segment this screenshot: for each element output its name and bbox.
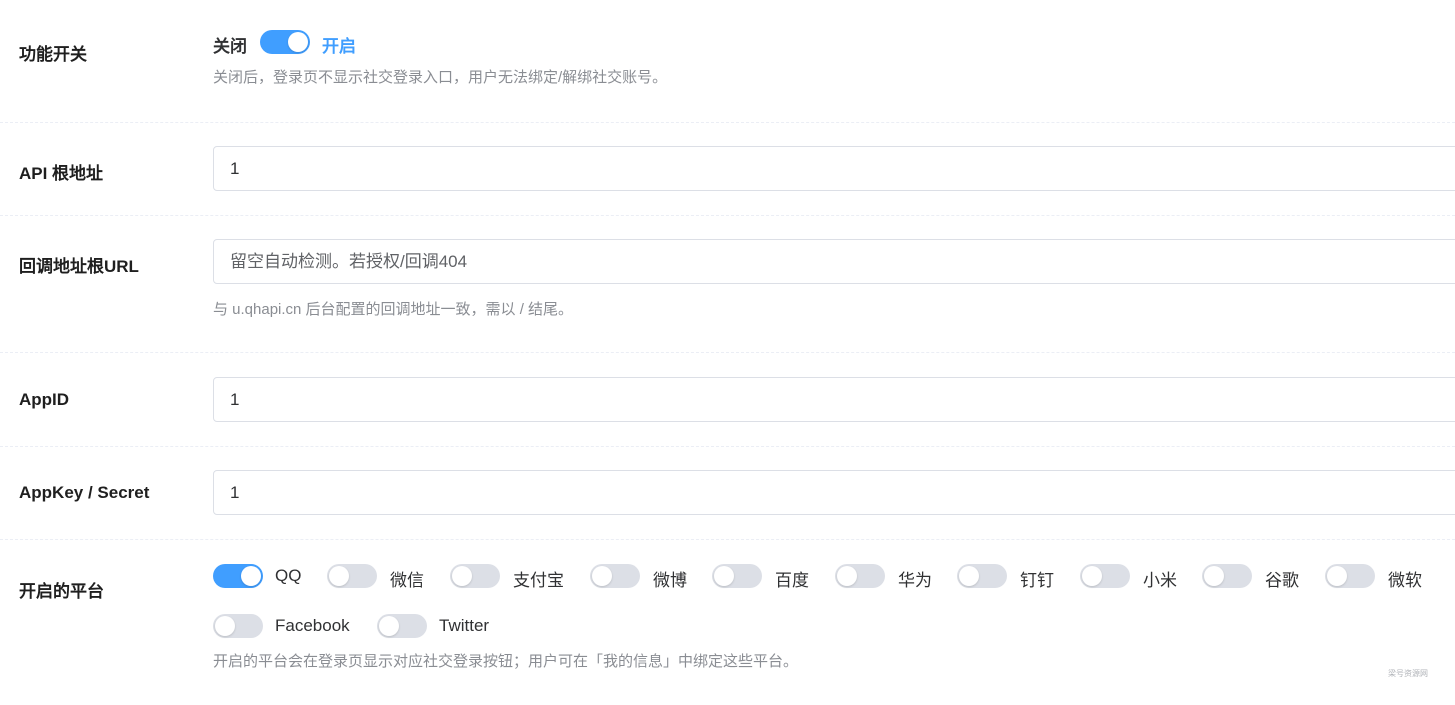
toggle-knob [215,616,235,636]
platform-toggle-qq[interactable] [213,564,263,588]
platform-label-huawei: 华为 [898,571,932,590]
feature-switch-row: 功能开关 关闭 开启 关闭后，登录页不显示社交登录入口，用户无法绑定/解绑社交账… [0,0,1455,123]
platform-label-wechat: 微信 [390,571,424,590]
platform-label-weibo: 微博 [653,571,687,590]
platform-toggle-wechat[interactable] [327,564,377,588]
platform-toggle-baidu[interactable] [712,564,762,588]
platforms-hint: 开启的平台会在登录页显示对应社交登录按钮；用户可在「我的信息」中绑定这些平台。 [213,653,799,670]
toggle-knob [379,616,399,636]
feature-toggle[interactable] [260,30,310,54]
platform-label-baidu: 百度 [775,571,809,590]
platform-label-dingtalk: 钉钉 [1020,571,1054,590]
platform-label-twitter: Twitter [439,616,490,635]
platform-toggle-alipay[interactable] [450,564,500,588]
toggle-knob [452,566,472,586]
toggle-knob [714,566,734,586]
app-key-label: AppKey / Secret [19,483,150,502]
platform-label-google: 谷歌 [1265,571,1299,590]
switch-on-text[interactable]: 开启 [322,32,356,57]
app-id-row: AppID 1 [0,353,1455,447]
api-root-input[interactable]: 1 [213,146,1455,191]
feature-switch-label: 功能开关 [19,45,87,64]
api-root-label: API 根地址 [19,164,104,183]
platforms-row: 开启的平台 QQ 微信 支付宝 微博 百度 华为 钉钉 小米 谷歌 微软 Fac… [0,540,1455,705]
callback-url-input[interactable]: 留空自动检测。若授权/回调404 [213,239,1455,284]
platform-toggle-weibo[interactable] [590,564,640,588]
platform-toggle-microsoft[interactable] [1325,564,1375,588]
platforms-label: 开启的平台 [19,582,104,601]
app-key-row: AppKey / Secret 1 [0,447,1455,540]
toggle-knob [592,566,612,586]
platform-toggle-facebook[interactable] [213,614,263,638]
platform-toggle-google[interactable] [1202,564,1252,588]
toggle-knob [837,566,857,586]
toggle-knob [288,32,308,52]
platform-label-qq: QQ [275,566,302,585]
platform-label-microsoft: 微软 [1388,571,1422,590]
callback-url-row: 回调地址根URL 留空自动检测。若授权/回调404 与 u.qhapi.cn 后… [0,216,1455,353]
app-id-label: AppID [19,390,70,409]
toggle-knob [959,566,979,586]
toggle-knob [1327,566,1347,586]
api-root-row: API 根地址 1 [0,123,1455,216]
platform-label-facebook: Facebook [275,616,350,635]
callback-url-hint: 与 u.qhapi.cn 后台配置的回调地址一致，需以 / 结尾。 [213,301,574,318]
switch-off-text[interactable]: 关闭 [213,32,247,57]
platform-label-alipay: 支付宝 [513,571,564,590]
platform-toggle-dingtalk[interactable] [957,564,1007,588]
toggle-knob [1082,566,1102,586]
platform-toggle-xiaomi[interactable] [1080,564,1130,588]
callback-url-label: 回调地址根URL [19,257,139,276]
watermark: 梁号资源网 [1388,669,1428,678]
feature-switch-hint: 关闭后，登录页不显示社交登录入口，用户无法绑定/解绑社交账号。 [213,69,668,86]
platform-label-xiaomi: 小米 [1143,571,1177,590]
toggle-knob [329,566,349,586]
app-id-input[interactable]: 1 [213,377,1455,422]
toggle-knob [1204,566,1224,586]
platform-toggle-huawei[interactable] [835,564,885,588]
app-key-input[interactable]: 1 [213,470,1455,515]
toggle-knob [241,566,261,586]
platform-toggle-twitter[interactable] [377,614,427,638]
